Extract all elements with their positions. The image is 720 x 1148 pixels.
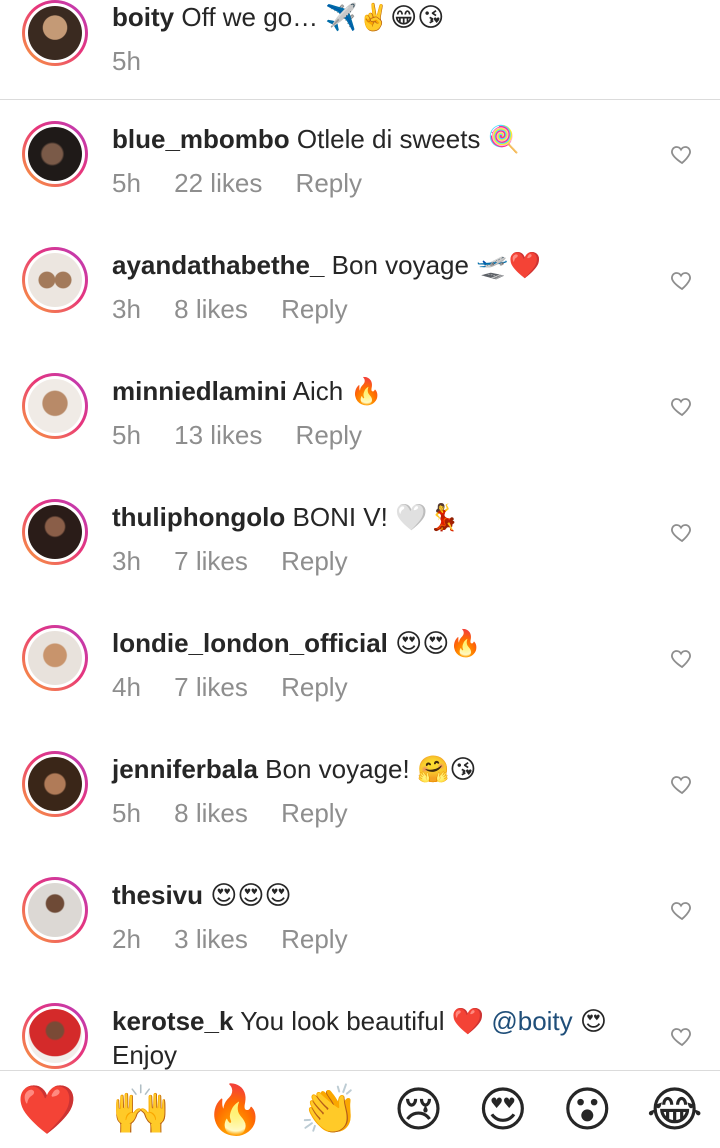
comment-likes[interactable]: 8 likes xyxy=(174,798,248,828)
comment-text: Aich 🔥 xyxy=(292,376,383,406)
comment-likes[interactable]: 3 likes xyxy=(174,924,248,954)
caption-text: Off we go… ✈️✌️😁😘 xyxy=(181,2,445,32)
comment-line: thuliphongolo BONI V! 🤍💃 xyxy=(112,502,460,533)
like-heart-icon[interactable] xyxy=(670,898,694,922)
reply-button[interactable]: Reply xyxy=(281,798,347,828)
comment-line: jenniferbala Bon voyage! 🤗😘 xyxy=(112,754,476,785)
avatar-image xyxy=(28,127,82,181)
caption-time: 5h xyxy=(112,46,141,76)
comment-line: londie_london_official 😍😍🔥 xyxy=(112,628,482,659)
comment-line: ayandathabethe_ Bon voyage 🛫❤️ xyxy=(112,250,541,281)
avatar-ayandathabethe[interactable] xyxy=(22,247,88,313)
like-heart-icon[interactable] xyxy=(670,1024,694,1048)
comment-line-2: Enjoy xyxy=(112,1040,177,1071)
comment-meta: 3h 7 likes Reply xyxy=(112,546,374,577)
like-heart-icon[interactable] xyxy=(670,646,694,670)
post-caption: boity Off we go… ✈️✌️😁😘 5h xyxy=(0,0,720,100)
avatar-minniedlamini[interactable] xyxy=(22,373,88,439)
avatar-image xyxy=(28,757,82,811)
comment-text: 😍😍😍 xyxy=(210,880,292,910)
comment-likes[interactable]: 7 likes xyxy=(174,672,248,702)
comment-likes[interactable]: 8 likes xyxy=(174,294,248,324)
avatar-image xyxy=(28,253,82,307)
avatar-image xyxy=(28,883,82,937)
reply-button[interactable]: Reply xyxy=(281,924,347,954)
like-heart-icon[interactable] xyxy=(670,520,694,544)
comment-text: Bon voyage 🛫❤️ xyxy=(331,250,541,280)
avatar-image xyxy=(28,379,82,433)
avatar-kerotse-k[interactable] xyxy=(22,1003,88,1069)
comment-likes[interactable]: 13 likes xyxy=(174,420,262,450)
comment-time: 3h xyxy=(112,546,141,576)
avatar-image xyxy=(28,6,82,60)
reply-button[interactable]: Reply xyxy=(296,168,362,198)
comment-time: 3h xyxy=(112,294,141,324)
comment-username[interactable]: jenniferbala xyxy=(112,754,258,784)
comment-meta: 5h 13 likes Reply xyxy=(112,420,388,451)
reaction-crying-icon[interactable]: 😢 xyxy=(394,1082,444,1138)
reply-button[interactable]: Reply xyxy=(281,672,347,702)
comment-time: 5h xyxy=(112,168,141,198)
caption-line: boity Off we go… ✈️✌️😁😘 xyxy=(112,2,444,33)
avatar-jenniferbala[interactable] xyxy=(22,751,88,817)
reply-button[interactable]: Reply xyxy=(296,420,362,450)
reply-button[interactable]: Reply xyxy=(281,546,347,576)
comment-username[interactable]: thuliphongolo xyxy=(112,502,285,532)
like-heart-icon[interactable] xyxy=(670,142,694,166)
comment-username[interactable]: thesivu xyxy=(112,880,203,910)
mention-link[interactable]: @boity xyxy=(491,1006,572,1036)
reaction-laughing-icon[interactable]: 😂 xyxy=(647,1082,703,1138)
comment-username[interactable]: kerotse_k xyxy=(112,1006,233,1036)
comment-text: Otlele di sweets 🍭 xyxy=(296,124,521,154)
comment-text: You look beautiful ❤️ xyxy=(240,1006,485,1036)
like-heart-icon[interactable] xyxy=(670,268,694,292)
comment-meta: 2h 3 likes Reply xyxy=(112,924,374,955)
comment-text-after: 😍 xyxy=(579,1006,608,1036)
avatar-image xyxy=(28,505,82,559)
comment-text-line2: Enjoy xyxy=(112,1040,178,1070)
comment-line: thesivu 😍😍😍 xyxy=(112,880,292,911)
avatar-thesivu[interactable] xyxy=(22,877,88,943)
comment-time: 4h xyxy=(112,672,141,702)
reaction-fire-icon[interactable]: 🔥 xyxy=(205,1081,265,1138)
like-heart-icon[interactable] xyxy=(670,772,694,796)
comment-text: 😍😍🔥 xyxy=(395,628,482,658)
comment-text: BONI V! 🤍💃 xyxy=(292,502,460,532)
reaction-heart-icon[interactable]: ❤️ xyxy=(17,1081,77,1138)
caption-meta: 5h xyxy=(112,46,167,77)
comment-meta: 5h 8 likes Reply xyxy=(112,798,374,829)
like-heart-icon[interactable] xyxy=(670,394,694,418)
caption-username[interactable]: boity xyxy=(112,2,174,32)
comment-line: kerotse_k You look beautiful ❤️ @boity 😍 xyxy=(112,1006,607,1037)
comment-time: 5h xyxy=(112,420,141,450)
comment-line: blue_mbombo Otlele di sweets 🍭 xyxy=(112,124,520,155)
avatar-image xyxy=(28,631,82,685)
avatar-image xyxy=(28,1009,82,1063)
comment-likes[interactable]: 7 likes xyxy=(174,546,248,576)
comment-meta: 5h 22 likes Reply xyxy=(112,168,388,199)
comment-meta: 4h 7 likes Reply xyxy=(112,672,374,703)
comment-time: 5h xyxy=(112,798,141,828)
comment-likes[interactable]: 22 likes xyxy=(174,168,262,198)
reaction-emoji-bar: ❤️ 🙌 🔥 👏 😢 😍 😮 😂 xyxy=(0,1070,720,1148)
reaction-heart-eyes-icon[interactable]: 😍 xyxy=(478,1082,528,1138)
reply-button[interactable]: Reply xyxy=(281,294,347,324)
comment-text: Bon voyage! 🤗😘 xyxy=(265,754,477,784)
avatar-londie-london[interactable] xyxy=(22,625,88,691)
comment-time: 2h xyxy=(112,924,141,954)
reaction-raised-hands-icon[interactable]: 🙌 xyxy=(111,1081,171,1138)
comment-username[interactable]: blue_mbombo xyxy=(112,124,290,154)
comment-username[interactable]: minniedlamini xyxy=(112,376,287,406)
avatar-boity[interactable] xyxy=(22,0,88,66)
reaction-clap-icon[interactable]: 👏 xyxy=(299,1081,359,1138)
comment-line: minniedlamini Aich 🔥 xyxy=(112,376,383,407)
comment-username[interactable]: ayandathabethe_ xyxy=(112,250,324,280)
reaction-surprised-icon[interactable]: 😮 xyxy=(562,1082,612,1138)
comment-meta: 3h 8 likes Reply xyxy=(112,294,374,325)
avatar-thuliphongolo[interactable] xyxy=(22,499,88,565)
avatar-blue-mbombo[interactable] xyxy=(22,121,88,187)
comment-username[interactable]: londie_london_official xyxy=(112,628,388,658)
